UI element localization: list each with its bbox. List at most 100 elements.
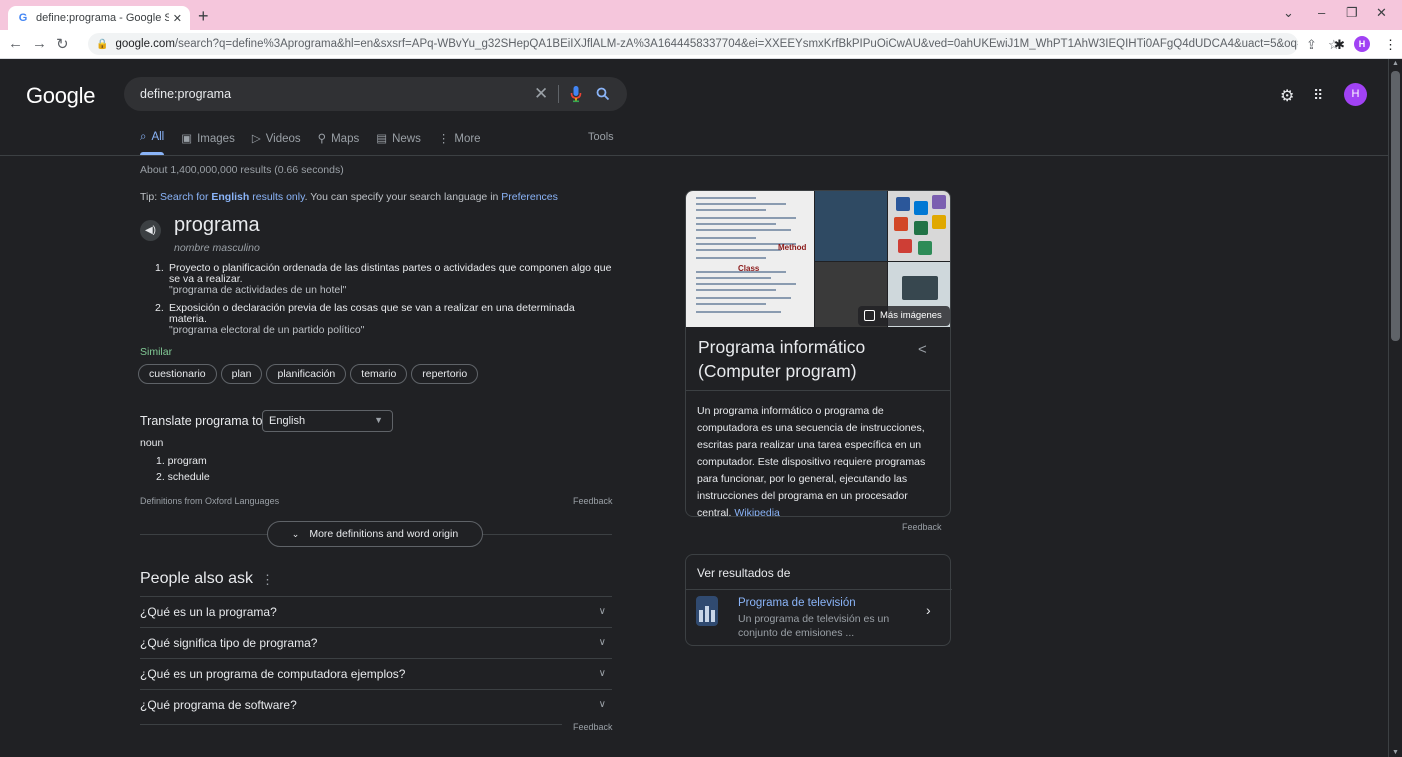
english-only-link[interactable]: Search for English results only bbox=[160, 191, 305, 203]
preferences-link[interactable]: Preferences bbox=[501, 191, 558, 203]
similar-chip[interactable]: cuestionario bbox=[138, 364, 217, 384]
tip-link-bold: English bbox=[211, 191, 250, 203]
minimize-icon[interactable]: – bbox=[1318, 5, 1325, 20]
tab-maps[interactable]: ⚲ Maps bbox=[318, 131, 360, 155]
page-scrollbar[interactable]: ▲ ▼ bbox=[1388, 59, 1402, 757]
tab-search-icon[interactable]: ⌄ bbox=[1283, 5, 1294, 21]
see-results-about-panel: Ver resultados de Programa de televisión… bbox=[685, 554, 952, 646]
code-image[interactable]: Method Class bbox=[686, 191, 814, 327]
more-definitions-label: More definitions and word origin bbox=[309, 528, 459, 540]
search-icon[interactable] bbox=[596, 87, 610, 101]
knowledge-panel-images[interactable]: Method Class Más imágenes bbox=[686, 191, 950, 327]
knowledge-panel-feedback-link[interactable]: Feedback bbox=[902, 522, 942, 532]
image-icon: ▣ bbox=[181, 133, 193, 145]
translate-language-select[interactable]: English ▼ bbox=[262, 410, 393, 432]
office-apps-image[interactable] bbox=[888, 191, 950, 261]
paa-question[interactable]: ¿Qué significa tipo de programa? ∨ bbox=[140, 627, 612, 658]
share-page-icon[interactable]: ⇪ bbox=[1306, 37, 1317, 53]
restore-icon[interactable]: ❐ bbox=[1346, 5, 1358, 21]
search-input[interactable] bbox=[140, 85, 520, 103]
browser-profile-avatar[interactable]: H bbox=[1354, 36, 1370, 52]
extensions-icon[interactable]: ✱ bbox=[1334, 37, 1345, 53]
oxford-source[interactable]: Definitions from Oxford Languages bbox=[140, 496, 279, 506]
tab-news[interactable]: ▤ News bbox=[376, 131, 421, 155]
code-line bbox=[696, 297, 791, 299]
paa-question[interactable]: ¿Qué es un programa de computadora ejemp… bbox=[140, 658, 612, 689]
code-line bbox=[696, 311, 781, 313]
tab-all[interactable]: ⌕ All bbox=[140, 131, 165, 155]
browser-tab[interactable]: G define:programa - Google Search ✕ bbox=[8, 6, 190, 30]
close-tab-icon[interactable]: ✕ bbox=[173, 12, 182, 25]
share-icon[interactable]: < bbox=[918, 341, 927, 358]
search-nav-tabs: ⌕ All ▣ Images ▷ Videos ⚲ Maps ▤ News ⋮ More bbox=[140, 131, 498, 155]
forward-icon[interactable]: → bbox=[32, 35, 47, 52]
definition-example: "programa electoral de un partido políti… bbox=[169, 324, 365, 336]
code-line bbox=[696, 249, 781, 251]
code-line bbox=[696, 209, 766, 211]
paa-feedback-link[interactable]: Feedback bbox=[573, 722, 613, 732]
scroll-up-icon[interactable]: ▲ bbox=[1392, 60, 1399, 67]
divider bbox=[686, 390, 950, 391]
chevron-right-icon[interactable]: › bbox=[926, 602, 931, 618]
laptop-screen-icon bbox=[902, 276, 938, 300]
tab-images[interactable]: ▣ Images bbox=[181, 131, 235, 155]
url-path: /search?q=define%3Aprograma&hl=en&sxsrf=… bbox=[174, 38, 1298, 50]
window-close-icon[interactable]: ✕ bbox=[1376, 5, 1387, 21]
tools-button[interactable]: Tools bbox=[588, 131, 614, 143]
similar-chip[interactable]: repertorio bbox=[411, 364, 479, 384]
code-line bbox=[696, 277, 771, 279]
chevron-down-icon: ∨ bbox=[598, 668, 606, 679]
more-options-icon[interactable]: ⋮ bbox=[261, 572, 274, 588]
tv-program-link[interactable]: Programa de televisión bbox=[738, 597, 856, 609]
similar-chip[interactable]: planificación bbox=[266, 364, 347, 384]
language-tip: Tip: Search for English results only. Yo… bbox=[140, 191, 558, 203]
apps-grid-icon[interactable]: ⠿ bbox=[1313, 87, 1323, 104]
microphone-icon[interactable] bbox=[570, 85, 582, 103]
more-definitions-button[interactable]: ⌄ More definitions and word origin bbox=[267, 521, 483, 547]
definition-number: 1. bbox=[155, 262, 164, 274]
paa-question[interactable]: ¿Qué programa de software? ∨ bbox=[140, 689, 612, 720]
app-tile-icon bbox=[914, 201, 928, 215]
method-label: Method bbox=[778, 243, 807, 252]
tech-image[interactable] bbox=[815, 191, 887, 261]
paa-question[interactable]: ¿Qué es un la programa? ∨ bbox=[140, 596, 612, 627]
pronounce-speaker-icon[interactable]: ◀) bbox=[140, 220, 161, 241]
map-pin-icon: ⚲ bbox=[317, 133, 327, 145]
paa-question-text: ¿Qué programa de software? bbox=[140, 698, 297, 712]
word-tile-icon bbox=[896, 197, 910, 211]
new-tab-button[interactable]: + bbox=[198, 6, 209, 26]
chrome-menu-icon[interactable]: ⋮ bbox=[1384, 37, 1397, 53]
similar-chip[interactable]: temario bbox=[350, 364, 408, 384]
tab-more[interactable]: ⋮ More bbox=[438, 131, 481, 155]
google-favicon-icon: G bbox=[18, 12, 28, 24]
tip-link-text: Search for bbox=[160, 191, 212, 203]
google-header: Google ✕ ⚙ ⠿ H ⌕ All ▣ Images ▷ Videos ⚲ Map… bbox=[0, 59, 1388, 156]
dictionary-feedback-link[interactable]: Feedback bbox=[573, 496, 613, 506]
news-icon: ▤ bbox=[376, 133, 388, 145]
image-icon bbox=[864, 310, 875, 321]
scroll-down-icon[interactable]: ▼ bbox=[1392, 749, 1399, 756]
account-avatar[interactable]: H bbox=[1344, 83, 1367, 106]
similar-chip[interactable]: plan bbox=[220, 364, 263, 384]
address-bar[interactable]: 🔒 google.com/search?q=define%3Aprograma&… bbox=[88, 33, 1298, 55]
chevron-down-icon: ∨ bbox=[598, 606, 606, 617]
definition-item: 1. Proyecto o planificación ordenada de … bbox=[155, 263, 615, 296]
similar-label: Similar bbox=[140, 346, 173, 358]
clear-search-icon[interactable]: ✕ bbox=[534, 84, 548, 104]
settings-gear-icon[interactable]: ⚙ bbox=[1280, 86, 1294, 106]
definition-text: Exposición o declaración previa de las c… bbox=[169, 302, 575, 325]
more-images-button[interactable]: Más imágenes bbox=[858, 306, 950, 326]
google-logo[interactable]: Google bbox=[26, 83, 95, 109]
reload-icon[interactable]: ↻ bbox=[56, 35, 69, 53]
paa-question-text: ¿Qué significa tipo de programa? bbox=[140, 636, 318, 650]
knowledge-panel-title: Programa informático (Computer program) bbox=[698, 337, 866, 381]
more-images-label: Más imágenes bbox=[880, 310, 942, 321]
tab-videos[interactable]: ▷ Videos bbox=[252, 131, 301, 155]
scrollbar-thumb[interactable] bbox=[1391, 71, 1400, 341]
translation-pos: noun bbox=[140, 437, 164, 449]
back-icon[interactable]: ← bbox=[8, 35, 23, 52]
tv-program-thumbnail[interactable] bbox=[696, 596, 718, 626]
knowledge-panel-description: Un programa informático o programa de co… bbox=[697, 403, 945, 516]
wikipedia-link[interactable]: Wikipedia bbox=[734, 507, 780, 516]
excel-tile-icon bbox=[914, 221, 928, 235]
